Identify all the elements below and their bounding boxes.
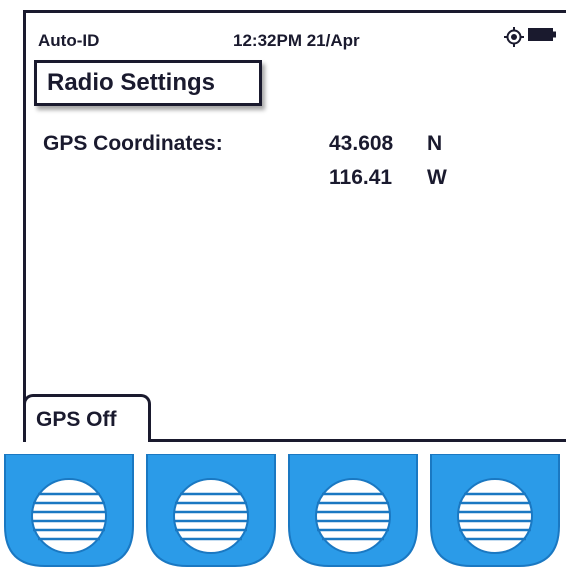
device-screen: Auto-ID 12:32PM 21/Apr Radio Settings GP… — [23, 10, 566, 442]
softkey-label-text: GPS Off — [36, 407, 117, 431]
softkey-2[interactable] — [142, 454, 280, 571]
page-title-text: Radio Settings — [47, 69, 216, 96]
softkey-4[interactable] — [426, 454, 564, 571]
latitude-value: 43.608 — [329, 132, 394, 155]
time-date: 12:32PM 21/Apr — [233, 31, 360, 50]
softkey-1[interactable] — [0, 454, 138, 571]
longitude-value: 116.41 — [329, 166, 393, 189]
softkey-1-grip-icon — [31, 478, 107, 554]
latitude-direction: N — [427, 132, 443, 155]
softkey-label-gps-off: GPS Off — [23, 394, 151, 442]
battery-icon — [528, 28, 556, 41]
gps-coordinates-label: GPS Coordinates: — [43, 132, 223, 155]
softkey-2-grip-icon — [173, 478, 249, 554]
gps-target-icon — [504, 27, 524, 47]
softkey-row — [0, 454, 566, 571]
page-title: Radio Settings — [34, 60, 262, 106]
softkey-4-grip-icon — [457, 478, 533, 554]
softkey-3[interactable] — [284, 454, 422, 571]
app-name: Auto-ID — [38, 31, 100, 50]
longitude-direction: W — [427, 166, 447, 189]
softkey-3-grip-icon — [315, 478, 391, 554]
